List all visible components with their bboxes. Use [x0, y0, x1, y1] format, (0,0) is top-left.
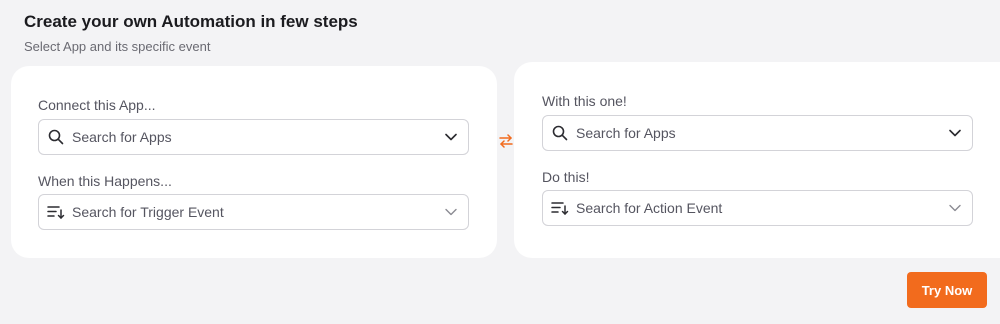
when-happens-label: When this Happens... [38, 173, 172, 189]
trigger-app-select[interactable]: Search for Apps [38, 119, 469, 155]
chevron-down-icon [444, 130, 458, 144]
trigger-card: Connect this App... Search for Apps When… [11, 66, 497, 258]
action-event-select[interactable]: Search for Action Event [542, 190, 973, 226]
search-icon [47, 128, 65, 146]
chevron-down-icon [948, 126, 962, 140]
sort-list-icon [551, 199, 569, 217]
trigger-event-placeholder: Search for Trigger Event [72, 204, 224, 220]
search-icon [551, 124, 569, 142]
sort-list-icon [47, 203, 65, 221]
action-app-select[interactable]: Search for Apps [542, 115, 973, 151]
trigger-app-placeholder: Search for Apps [72, 129, 172, 145]
chevron-down-icon [444, 205, 458, 219]
action-card: With this one! Search for Apps Do this! … [514, 62, 1000, 258]
try-now-button[interactable]: Try Now [907, 272, 987, 308]
swap-arrows-icon[interactable] [497, 133, 514, 149]
connect-app-label: Connect this App... [38, 97, 156, 113]
action-event-placeholder: Search for Action Event [576, 200, 723, 216]
chevron-down-icon [948, 201, 962, 215]
trigger-event-select[interactable]: Search for Trigger Event [38, 194, 469, 230]
do-this-label: Do this! [542, 169, 590, 185]
page-title: Create your own Automation in few steps [24, 12, 358, 31]
page-subtitle: Select App and its specific event [24, 39, 211, 54]
with-this-one-label: With this one! [542, 93, 627, 109]
action-app-placeholder: Search for Apps [576, 125, 676, 141]
